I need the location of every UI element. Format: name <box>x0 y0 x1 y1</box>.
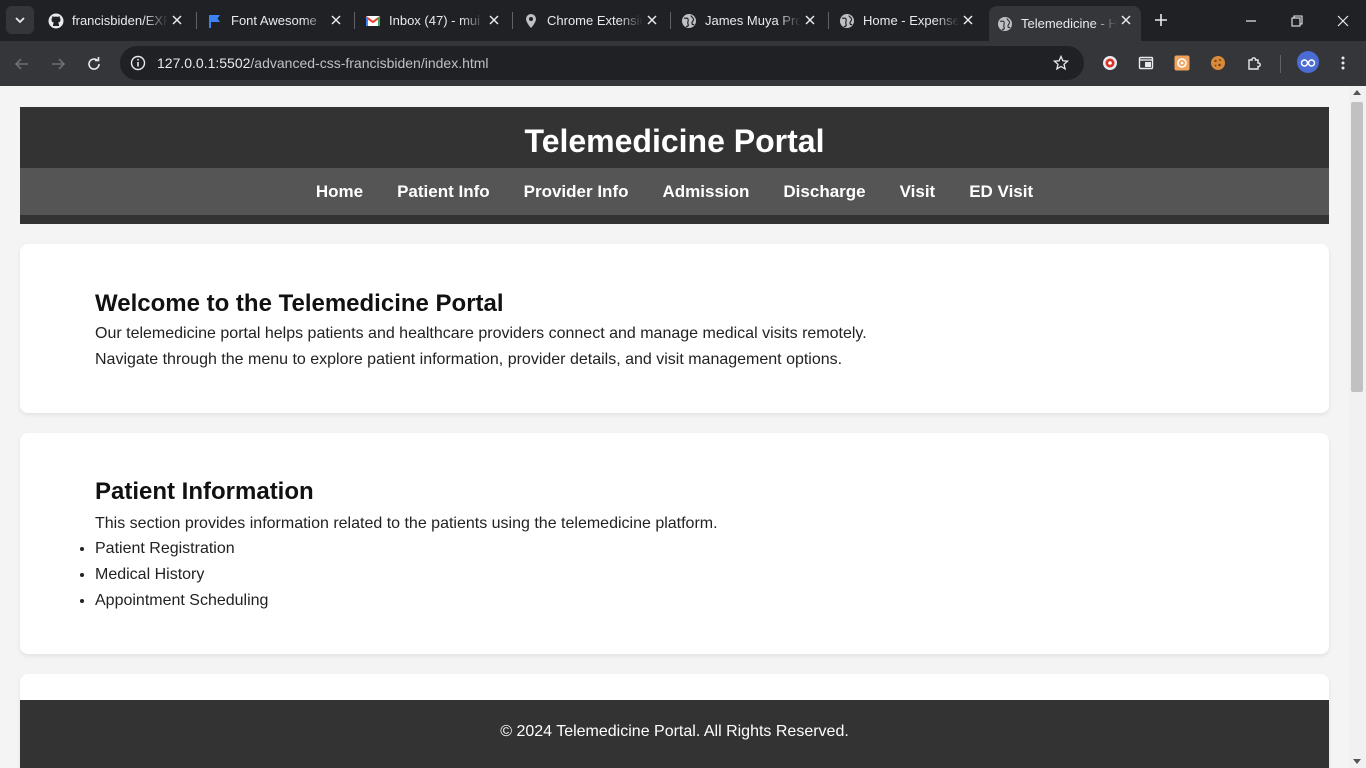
close-icon <box>1337 15 1349 26</box>
nav-link-provider-info[interactable]: Provider Info <box>507 182 646 202</box>
browser-tab[interactable]: Font Awesome <box>199 6 351 35</box>
welcome-text-line-1: Our telemedicine portal helps patients a… <box>95 325 867 342</box>
tab-search-button[interactable] <box>6 6 34 34</box>
globe-icon <box>839 13 855 29</box>
list-item: Medical History <box>95 562 268 588</box>
page-scrollbar[interactable] <box>1349 86 1366 768</box>
browser-tab-active[interactable]: Telemedicine - H <box>989 6 1141 41</box>
kebab-menu-icon[interactable] <box>1334 54 1352 72</box>
nav-link-home[interactable]: Home <box>299 182 380 202</box>
patient-info-list: Patient Registration Medical History App… <box>95 536 268 614</box>
minimize-button[interactable] <box>1228 0 1274 41</box>
scroll-thumb[interactable] <box>1351 102 1363 392</box>
list-item: Patient Registration <box>95 536 268 562</box>
cookie-extension-icon[interactable] <box>1209 54 1227 72</box>
reload-button[interactable] <box>80 50 108 78</box>
gmail-icon <box>365 13 381 29</box>
list-item: Appointment Scheduling <box>95 588 268 614</box>
browser-tab[interactable]: francisbiden/EXP <box>40 6 192 35</box>
close-icon[interactable] <box>645 13 659 27</box>
globe-icon <box>997 16 1013 32</box>
info-icon[interactable] <box>129 54 147 72</box>
welcome-section: Welcome to the Telemedicine Portal Our t… <box>20 244 1329 413</box>
close-icon[interactable] <box>329 13 343 27</box>
browser-tab[interactable]: James Muya Pro <box>673 6 825 35</box>
tab-title: James Muya Pro <box>705 13 801 28</box>
browser-toolbar: 127.0.0.1:5502/advanced-css-francisbiden… <box>0 41 1366 86</box>
nav-link-ed-visit[interactable]: ED Visit <box>952 182 1050 202</box>
close-window-button[interactable] <box>1320 0 1366 41</box>
nav-link-visit[interactable]: Visit <box>883 182 953 202</box>
browser-tab[interactable]: Home - Expense <box>831 6 983 35</box>
browser-tab[interactable]: Inbox (47) - mui <box>357 6 509 35</box>
patient-info-heading: Patient Information <box>95 478 314 505</box>
url-text[interactable]: 127.0.0.1:5502/advanced-css-francisbiden… <box>157 55 489 71</box>
puzzle-extensions-icon[interactable] <box>1245 54 1263 72</box>
tab-separator <box>354 12 355 29</box>
toolbar-divider <box>1280 55 1281 73</box>
tab-title: Chrome Extensio <box>547 13 643 28</box>
bookmark-star-icon[interactable] <box>1052 54 1070 72</box>
tab-strip: francisbiden/EXP Font Awesome Inbox (47)… <box>0 0 1366 41</box>
tab-separator <box>512 12 513 29</box>
patient-info-section: Patient Information This section provide… <box>20 433 1329 654</box>
restore-button[interactable] <box>1274 0 1320 41</box>
nav-link-discharge[interactable]: Discharge <box>766 182 882 202</box>
site-footer: © 2024 Telemedicine Portal. All Rights R… <box>20 700 1329 768</box>
close-icon[interactable] <box>170 13 184 27</box>
reload-icon <box>88 57 100 70</box>
tab-title: Inbox (47) - mui <box>389 13 481 28</box>
close-icon[interactable] <box>487 13 501 27</box>
profile-avatar-icon[interactable] <box>1297 51 1319 73</box>
minimize-icon <box>1246 19 1256 22</box>
flag-icon <box>207 13 223 29</box>
new-tab-button[interactable] <box>1150 9 1172 31</box>
site-title: Telemedicine Portal <box>524 123 825 159</box>
arrow-left-icon <box>14 58 28 70</box>
restore-icon <box>1291 14 1303 27</box>
scroll-down-arrow-icon[interactable] <box>1353 759 1361 764</box>
tab-separator <box>828 12 829 29</box>
close-icon[interactable] <box>1119 13 1133 27</box>
nav-link-admission[interactable]: Admission <box>646 182 767 202</box>
nav-link-patient-info[interactable]: Patient Info <box>380 182 507 202</box>
chevron-down-icon <box>15 17 25 24</box>
globe-icon <box>681 13 697 29</box>
url-path: /advanced-css-francisbiden/index.html <box>250 55 489 71</box>
back-button[interactable] <box>8 50 36 78</box>
close-icon[interactable] <box>961 13 975 27</box>
page-viewport: Telemedicine Portal Home Patient Info Pr… <box>0 86 1349 768</box>
welcome-text-line-2: Navigate through the menu to explore pat… <box>95 351 843 368</box>
tab-title: francisbiden/EXP <box>72 13 168 28</box>
forward-button[interactable] <box>44 50 72 78</box>
welcome-heading: Welcome to the Telemedicine Portal <box>95 290 504 317</box>
site-header: Telemedicine Portal Home Patient Info Pr… <box>20 107 1329 224</box>
tab-title: Telemedicine - H <box>1021 16 1117 31</box>
main-nav: Home Patient Info Provider Info Admissio… <box>20 168 1329 215</box>
tab-title: Home - Expense <box>863 13 959 28</box>
tab-separator <box>670 12 671 29</box>
close-icon[interactable] <box>803 13 817 27</box>
github-icon <box>48 13 64 29</box>
address-bar[interactable]: 127.0.0.1:5502/advanced-css-francisbiden… <box>120 46 1084 80</box>
plus-icon <box>1155 14 1167 26</box>
tab-title: Font Awesome <box>231 13 317 28</box>
color-picker-extension-icon[interactable] <box>1173 54 1191 72</box>
scroll-up-arrow-icon[interactable] <box>1353 90 1361 95</box>
browser-tab[interactable]: Chrome Extensio <box>515 6 667 35</box>
map-pin-icon <box>523 13 539 29</box>
tab-separator <box>196 12 197 29</box>
arrow-right-icon <box>52 58 66 70</box>
patient-info-intro: This section provides information relate… <box>95 515 718 532</box>
url-host: 127.0.0.1:5502 <box>157 55 251 71</box>
record-extension-icon[interactable] <box>1101 54 1119 72</box>
window-extension-icon[interactable] <box>1137 54 1155 72</box>
